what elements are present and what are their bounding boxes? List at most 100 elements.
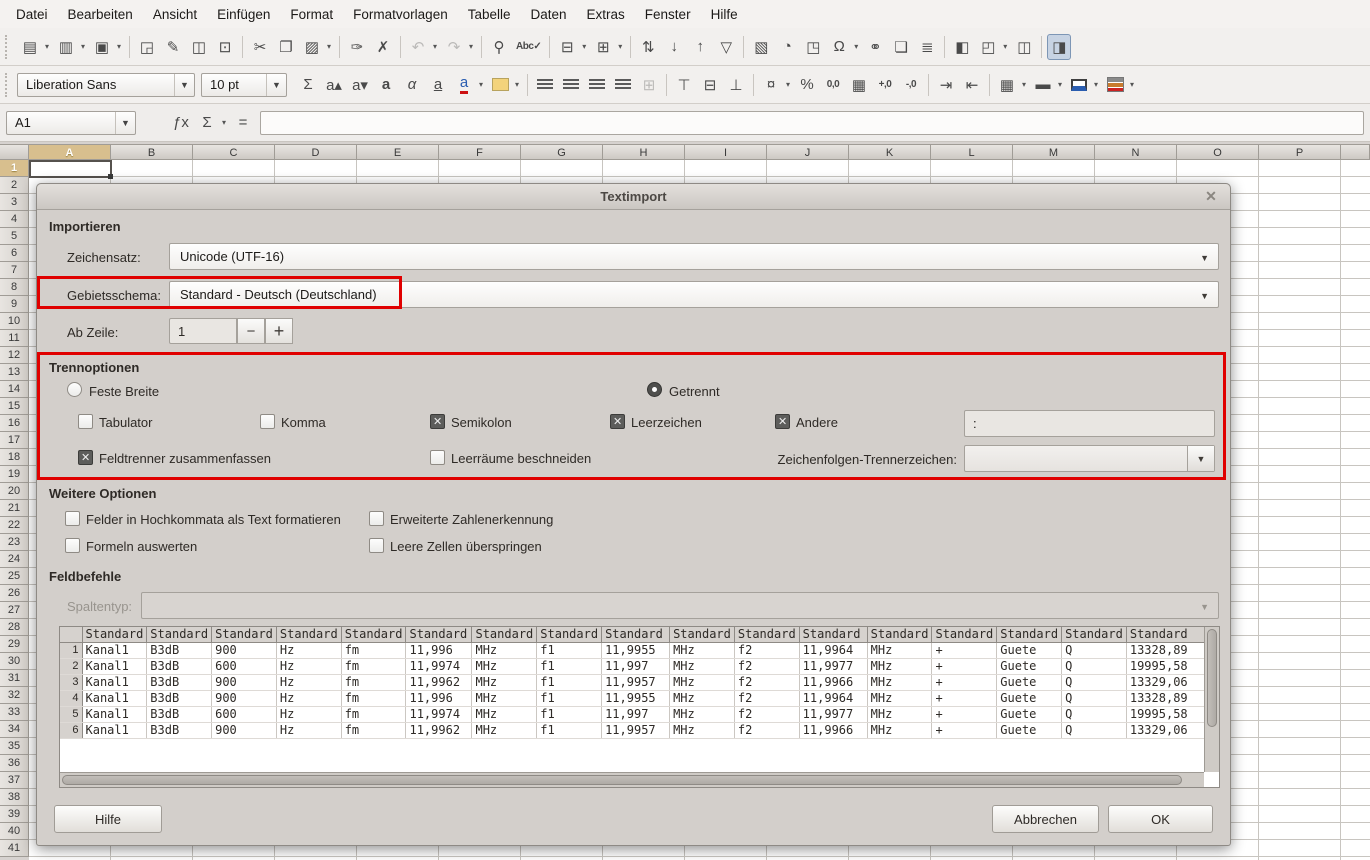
separator-andere-checkbox[interactable] [775,414,790,429]
border-style-icon[interactable]: ▬ [1031,72,1055,98]
row-header-34[interactable]: 34 [0,721,29,738]
function-wizard-icon[interactable]: ƒx [169,110,193,136]
percent-format-icon[interactable]: % [795,72,819,98]
bold-icon[interactable]: a [374,72,398,98]
from-row-increment-button[interactable]: + [265,318,293,344]
decrease-indent-icon[interactable]: ⇤ [960,72,984,98]
row-header-17[interactable]: 17 [0,432,29,449]
italic-icon[interactable]: α [400,72,424,98]
preview-column-header-5[interactable]: Standard [341,627,406,642]
fixed-width-radio[interactable] [67,382,82,397]
align-right-icon[interactable] [585,72,609,98]
preview-column-header-13[interactable]: Standard [867,627,932,642]
column-header-j[interactable]: J [767,144,849,160]
border-color-dropdown-icon[interactable]: ▾ [1091,80,1101,89]
row-header-7[interactable]: 7 [0,262,29,279]
column-header-o[interactable]: O [1177,144,1259,160]
find-replace-icon[interactable]: ⚲ [487,34,511,60]
column-header-l[interactable]: L [931,144,1013,160]
insert-image-icon[interactable]: ▧ [749,34,773,60]
row-header-6[interactable]: 6 [0,245,29,262]
font-size-dropdown-icon[interactable]: ▼ [266,74,286,96]
row-header-10[interactable]: 10 [0,313,29,330]
font-color-dropdown-icon[interactable]: ▾ [476,80,486,89]
separator-leerzeichen-checkbox[interactable] [610,414,625,429]
option-formeln-auswerten-checkbox[interactable] [65,538,80,553]
column-header-c[interactable]: C [193,144,275,160]
row-header-35[interactable]: 35 [0,738,29,755]
row-header-20[interactable]: 20 [0,483,29,500]
print-preview-icon[interactable]: ⊡ [213,34,237,60]
formula-input[interactable] [260,111,1364,135]
separator-tabulator-label[interactable]: Tabulator [99,415,152,430]
insert-column-icon[interactable]: ⊞ [591,34,615,60]
align-vertical-center-icon[interactable]: ⊟ [698,72,722,98]
clone-formatting-icon[interactable]: ✑ [345,34,369,60]
special-character-icon[interactable]: Ω [827,34,851,60]
increase-font-size-icon[interactable]: a▴ [322,72,346,98]
row-header-16[interactable]: 16 [0,415,29,432]
ok-button[interactable]: OK [1108,805,1213,833]
separator-leerzeichen-label[interactable]: Leerzeichen [631,415,702,430]
row-header-38[interactable]: 38 [0,789,29,806]
row-header-18[interactable]: 18 [0,449,29,466]
row-header-15[interactable]: 15 [0,398,29,415]
charset-combo[interactable]: Unicode (UTF-16) ▼ [169,243,1219,270]
menu-format[interactable]: Format [280,3,343,26]
column-header-a[interactable]: A [29,144,111,160]
font-size-combo[interactable]: 10 pt ▼ [201,73,287,97]
date-format-icon[interactable]: ▦ [847,72,871,98]
insert-row-icon[interactable]: ⊟ [555,34,579,60]
preview-column-header-2[interactable]: Standard [147,627,212,642]
decrease-font-size-icon[interactable]: a▾ [348,72,372,98]
menu-ansicht[interactable]: Ansicht [143,3,207,26]
row-header-9[interactable]: 9 [0,296,29,313]
row-header-27[interactable]: 27 [0,602,29,619]
preview-column-header-11[interactable]: Standard [734,627,799,642]
highlight-color-dropdown-icon[interactable]: ▾ [512,80,522,89]
align-bottom-icon[interactable]: ⊥ [724,72,748,98]
name-box[interactable]: A1 ▼ [6,111,136,135]
border-color-icon[interactable] [1067,72,1091,98]
column-header-k[interactable]: K [849,144,931,160]
paste-icon[interactable]: ▨ [300,34,324,60]
preview-column-header-12[interactable]: Standard [799,627,867,642]
column-header-m[interactable]: M [1013,144,1095,160]
split-window-icon[interactable]: ◫ [1012,34,1036,60]
string-delimiter-dropdown-icon[interactable]: ▼ [1187,446,1214,471]
from-row-decrement-button[interactable]: − [237,318,265,344]
delete-decimal-place-icon[interactable]: -,0 [899,72,923,98]
currency-format-icon[interactable]: ¤ [759,72,783,98]
separator-feldtrenner-zusammenfassen-label[interactable]: Feldtrenner zusammenfassen [99,451,271,466]
new-document-icon[interactable]: ▤ [18,34,42,60]
add-decimal-place-icon[interactable]: +,0 [873,72,897,98]
save-dropdown-icon[interactable]: ▾ [114,42,124,51]
row-header-29[interactable]: 29 [0,636,29,653]
column-header-d[interactable]: D [275,144,357,160]
fill-handle[interactable] [108,174,113,179]
string-delimiter-combo[interactable]: ▼ [964,445,1215,472]
column-header-b[interactable]: B [111,144,193,160]
locale-dropdown-icon[interactable]: ▼ [1200,291,1209,301]
from-row-input[interactable]: 1 [169,318,237,344]
row-header-3[interactable]: 3 [0,194,29,211]
freeze-panes-icon[interactable]: ◰ [976,34,1000,60]
preview-column-header-17[interactable]: Standard [1126,627,1204,642]
border-style-dropdown-icon[interactable]: ▾ [1055,80,1065,89]
column-header-p[interactable]: P [1259,144,1341,160]
column-header-g[interactable]: G [521,144,603,160]
row-header-31[interactable]: 31 [0,670,29,687]
row-header-40[interactable]: 40 [0,823,29,840]
select-function-sum-icon[interactable]: Σ [195,110,219,136]
column-header-h[interactable]: H [603,144,685,160]
number-format-icon[interactable]: 0,0 [821,72,845,98]
sort-ascending-icon[interactable]: ↓ [662,34,686,60]
preview-column-header-9[interactable]: Standard [602,627,670,642]
preview-column-header-16[interactable]: Standard [1062,627,1127,642]
insert-column-dropdown-icon[interactable]: ▾ [615,42,625,51]
headers-footers-icon[interactable]: ≣ [915,34,939,60]
align-left-icon[interactable] [533,72,557,98]
open-document-dropdown-icon[interactable]: ▾ [78,42,88,51]
paste-dropdown-icon[interactable]: ▾ [324,42,334,51]
row-header-13[interactable]: 13 [0,364,29,381]
